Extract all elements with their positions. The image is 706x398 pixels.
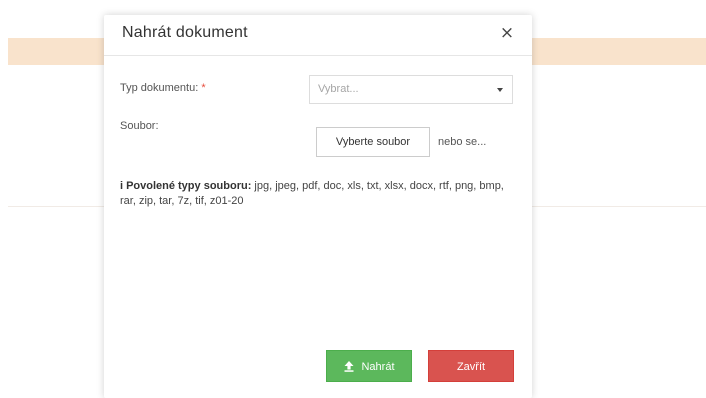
- chevron-down-icon: [497, 88, 503, 92]
- required-mark: *: [201, 82, 206, 94]
- choose-file-button[interactable]: Vyberte soubor: [316, 127, 430, 157]
- allowed-types-label: Povolené typy souboru:: [126, 180, 252, 192]
- modal-title: Nahrát dokument: [122, 24, 248, 41]
- document-type-label-text: Typ dokumentu:: [120, 82, 199, 94]
- document-type-select-value: Vybrat...: [318, 83, 359, 95]
- modal-header: Nahrát dokument ×: [104, 15, 532, 56]
- close-icon[interactable]: ×: [498, 23, 516, 45]
- page-background: Nahrát dokument × Typ dokumentu: * Vybra…: [0, 0, 706, 398]
- drop-hint: nebo se...: [438, 136, 487, 148]
- upload-document-modal: Nahrát dokument × Typ dokumentu: * Vybra…: [104, 15, 532, 398]
- info-icon: i: [120, 180, 124, 192]
- document-type-label: Typ dokumentu: *: [120, 82, 206, 94]
- upload-icon: [344, 361, 354, 372]
- upload-button[interactable]: Nahrát: [326, 350, 412, 382]
- file-label: Soubor:: [120, 120, 159, 132]
- document-type-select[interactable]: Vybrat...: [309, 75, 513, 104]
- close-button[interactable]: Zavřít: [428, 350, 514, 382]
- upload-button-label: Nahrát: [361, 361, 395, 373]
- allowed-file-types: i Povolené typy souboru: jpg, jpeg, pdf, …: [120, 179, 520, 209]
